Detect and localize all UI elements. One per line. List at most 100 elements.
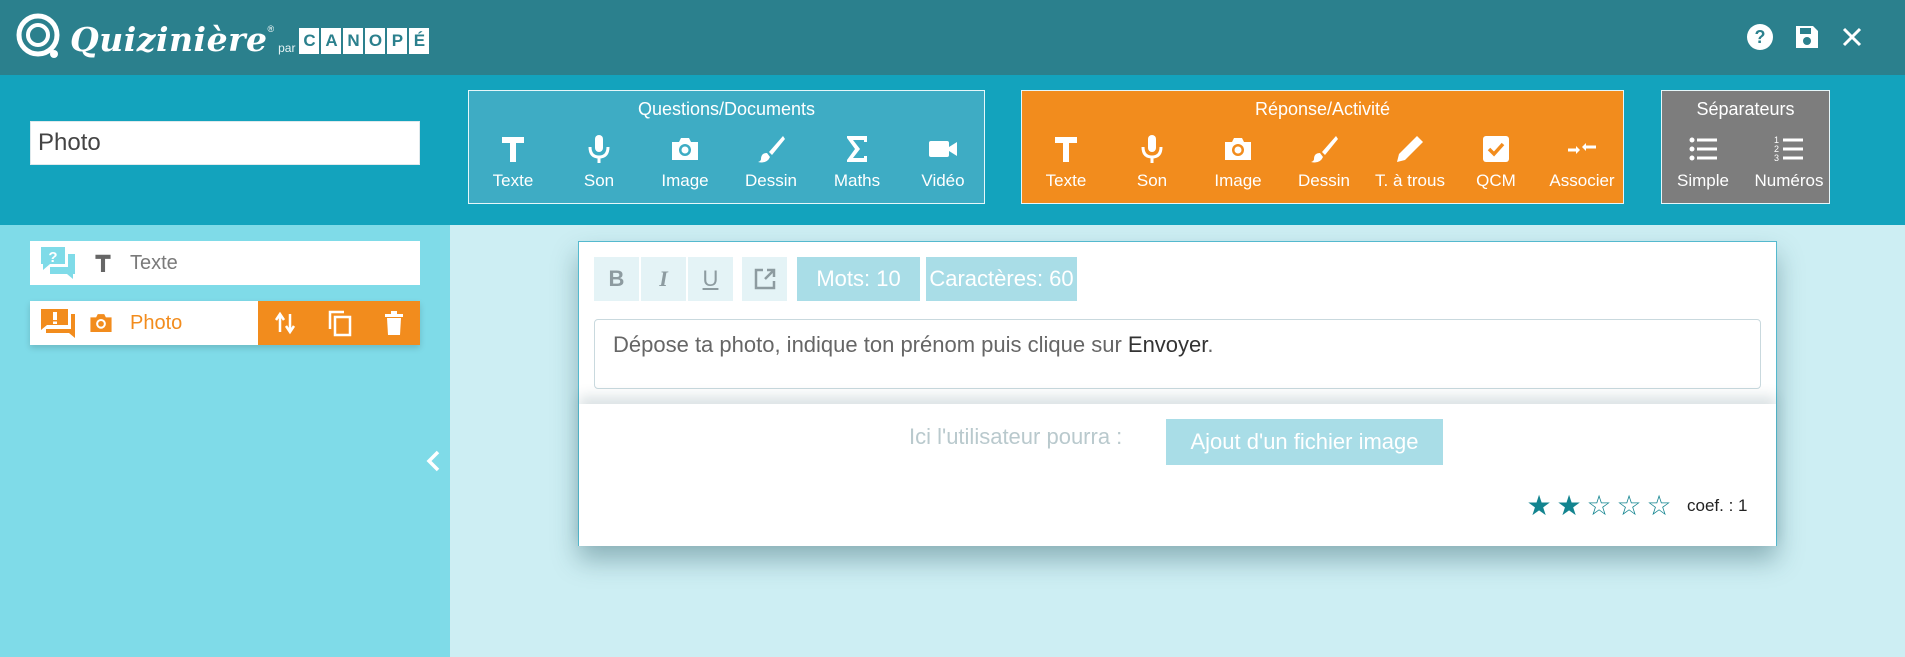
tool-label: Son	[583, 171, 615, 190]
star-icon[interactable]: ★	[1554, 491, 1584, 521]
item-editor: B I U Mots: 10 Caractères: 60 Dépose ta …	[578, 241, 1777, 546]
underline-button[interactable]: U	[688, 257, 733, 301]
item-texte[interactable]: ? Texte	[30, 241, 420, 285]
save-icon	[1796, 26, 1818, 48]
svg-text:3: 3	[1774, 153, 1779, 163]
tool-question-son[interactable]: Son	[556, 133, 642, 197]
response-settings: Ici l'utilisateur pourra : Ajout d'un fi…	[579, 404, 1776, 546]
help-icon: ?	[1747, 24, 1773, 50]
tool-question-image[interactable]: Image	[642, 133, 728, 197]
tool-reponse-texte[interactable]: Texte	[1023, 133, 1109, 197]
italic-button[interactable]: I	[641, 257, 686, 301]
save-button[interactable]	[1792, 22, 1822, 52]
canope-letter: C	[299, 28, 320, 54]
canope-letter: O	[365, 28, 386, 54]
tool-question-video[interactable]: Vidéo	[900, 133, 986, 197]
pencil-icon	[1397, 136, 1423, 162]
char-count: Caractères: 60	[926, 257, 1077, 301]
microphone-icon	[588, 135, 610, 163]
open-external-button[interactable]	[742, 257, 787, 301]
bold-button[interactable]: B	[594, 257, 639, 301]
tool-label: T. à trous	[1375, 171, 1445, 190]
tool-label: Simple	[1677, 171, 1729, 190]
tool-label: Numéros	[1754, 171, 1824, 190]
question-text: Dépose ta photo, indique ton prénom puis…	[613, 332, 1128, 357]
question-text-end: .	[1207, 332, 1214, 357]
group-title: Questions/Documents	[637, 99, 816, 119]
list-icon	[1689, 137, 1717, 161]
title-input[interactable]: Photo	[30, 121, 420, 165]
brush-icon	[758, 136, 785, 163]
question-text-area[interactable]: Dépose ta photo, indique ton prénom puis…	[594, 319, 1761, 389]
italic-icon: I	[659, 266, 668, 291]
tool-label: Image	[1214, 171, 1262, 190]
group-title: Réponse/Activité	[1254, 99, 1391, 119]
ajout-fichier-image-button[interactable]: Ajout d'un fichier image	[1166, 419, 1443, 465]
logo-registered: ®	[267, 24, 275, 34]
item-photo[interactable]: Photo	[30, 301, 420, 345]
camera-icon	[672, 138, 698, 160]
svg-text:?: ?	[1755, 27, 1766, 47]
tool-reponse-image[interactable]: Image	[1195, 133, 1281, 197]
svg-text:?: ?	[48, 249, 57, 266]
star-icon[interactable]: ☆	[1584, 491, 1614, 521]
brush-icon	[1311, 136, 1338, 163]
collapse-panel-button[interactable]	[424, 449, 442, 478]
close-icon	[1842, 27, 1862, 47]
help-button[interactable]: ?	[1745, 22, 1775, 52]
questions-documents-group: Questions/Documents Texte Son Image Dess…	[468, 90, 985, 204]
item-label: Photo	[130, 311, 183, 334]
duplicate-icon[interactable]	[327, 309, 353, 337]
app-header: Quizinière ® par C A N O P É ?	[0, 0, 1905, 75]
star-icon[interactable]: ☆	[1644, 491, 1674, 521]
tool-label: Image	[661, 171, 709, 190]
tool-reponse-dessin[interactable]: Dessin	[1281, 133, 1367, 197]
text-icon	[502, 137, 524, 162]
canope-letter: N	[343, 28, 364, 54]
tool-label: Vidéo	[921, 171, 965, 190]
tool-label: Texte	[1045, 171, 1087, 190]
tool-question-maths[interactable]: Maths	[814, 133, 900, 197]
star-icon[interactable]: ★	[1524, 491, 1554, 521]
tool-separateur-simple[interactable]: Simple	[1660, 133, 1746, 197]
item-actions	[258, 301, 420, 345]
difficulty-rating: ★ ★ ☆ ☆ ☆	[1524, 491, 1674, 521]
logo-par: par	[278, 41, 296, 55]
canope-letter: P	[387, 28, 408, 54]
tool-question-dessin[interactable]: Dessin	[728, 133, 814, 197]
tool-separateur-numeros[interactable]: 123 Numéros	[1746, 133, 1832, 197]
move-icon[interactable]	[273, 310, 297, 336]
canope-letter: A	[321, 28, 342, 54]
underline-icon: U	[702, 266, 719, 291]
word-count: Mots: 10	[797, 257, 920, 301]
delete-icon[interactable]	[383, 310, 405, 336]
logo-wordmark: Quizinière	[70, 19, 268, 59]
answer-bubble-icon	[41, 309, 75, 338]
tool-reponse-texte-a-trous[interactable]: T. à trous	[1367, 133, 1453, 197]
tool-reponse-son[interactable]: Son	[1109, 133, 1195, 197]
chevron-left-icon	[426, 450, 440, 472]
tool-label: Dessin	[745, 171, 797, 190]
tool-question-texte[interactable]: Texte	[470, 133, 556, 197]
quiziniere-logo: Quizinière ® par C A N O P É	[14, 6, 431, 68]
tool-reponse-associer[interactable]: Associer	[1539, 133, 1625, 197]
close-button[interactable]	[1837, 22, 1867, 52]
tool-label: Maths	[833, 171, 881, 190]
ici-label: Ici l'utilisateur pourra :	[909, 424, 1123, 449]
canope-letter: É	[409, 28, 430, 54]
tool-label: Associer	[1549, 171, 1615, 190]
tool-label: Dessin	[1298, 171, 1350, 190]
camera-icon	[1225, 138, 1251, 160]
bold-icon: B	[608, 266, 625, 291]
tool-reponse-qcm[interactable]: QCM	[1453, 133, 1539, 197]
question-text-bold: Envoyer	[1127, 332, 1208, 357]
associate-icon	[1568, 143, 1596, 154]
reponse-activite-group: Réponse/Activité Texte Son Image Dessin …	[1021, 90, 1624, 204]
separateurs-group: Séparateurs Simple 123 Numéros	[1661, 90, 1830, 204]
numbered-list-icon: 123	[1774, 135, 1803, 163]
quiziniere-q-icon	[14, 11, 66, 63]
tool-label: QCM	[1476, 171, 1516, 190]
canope-logo: C A N O P É	[299, 28, 431, 54]
star-icon[interactable]: ☆	[1614, 491, 1644, 521]
question-bubble-icon: ?	[41, 247, 75, 279]
